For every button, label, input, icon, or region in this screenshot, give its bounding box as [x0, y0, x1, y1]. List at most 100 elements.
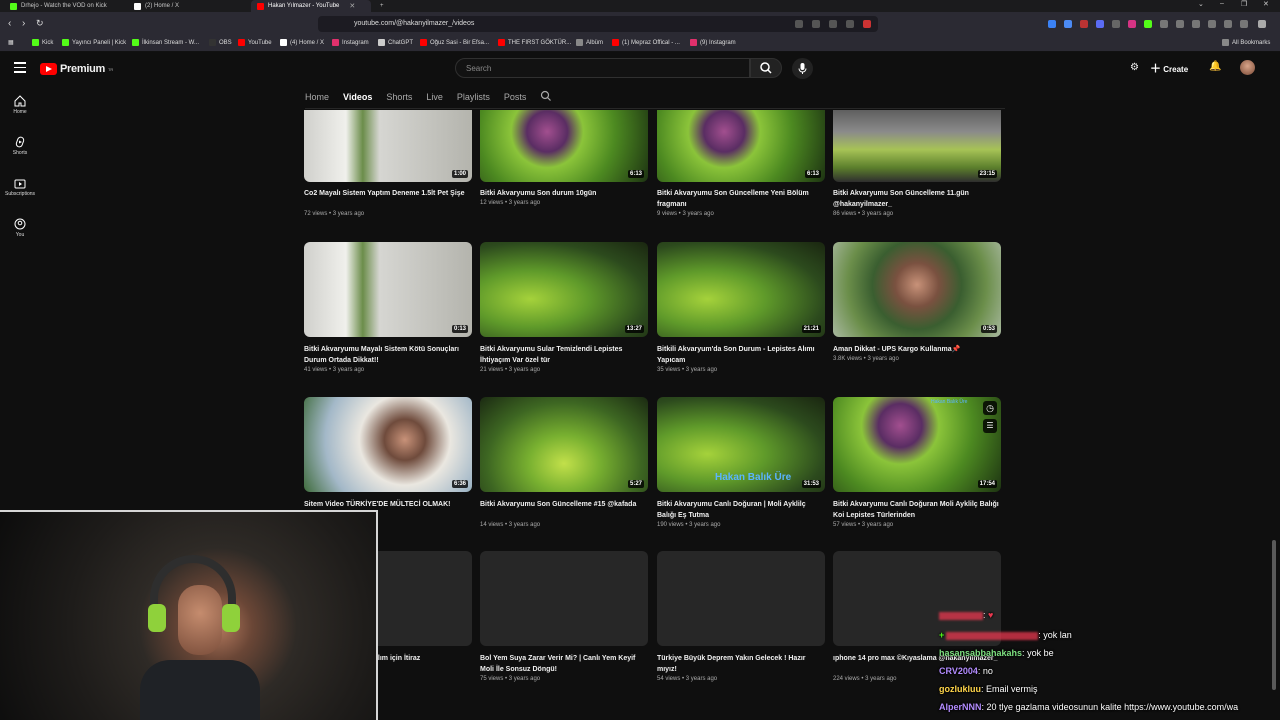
youtube-premium-logo[interactable]: Premium TR	[40, 63, 113, 75]
rewards-icon[interactable]	[863, 20, 871, 28]
bookmark-item[interactable]: Yayıncı Paneli | Kick	[62, 39, 126, 46]
tab-live[interactable]: Live	[426, 92, 443, 102]
extension-icon[interactable]	[1144, 20, 1152, 28]
vpn-icon[interactable]	[1240, 20, 1248, 28]
bookmark-item[interactable]: Oğuz Sasi - Bir Efsa...	[420, 39, 489, 46]
video-title[interactable]: Bitki Akvaryumu Son Güncelleme Yeni Bölü…	[657, 188, 825, 210]
hamburger-menu-icon[interactable]	[14, 62, 26, 73]
extension-icon[interactable]	[1224, 20, 1232, 28]
tab-search-icon[interactable]: ⌄	[1198, 0, 1204, 8]
video-title[interactable]: Bitki Akvaryumu Sular Temizlendi Lepiste…	[480, 344, 648, 366]
search-button[interactable]	[750, 58, 782, 78]
extension-icon[interactable]	[1192, 20, 1200, 28]
video-thumbnail[interactable]: 6:36	[304, 397, 472, 492]
video-title[interactable]: alım için İtiraz	[374, 653, 472, 664]
close-tab-icon[interactable]: ✕	[349, 2, 355, 10]
watch-later-icon[interactable]: ◷	[983, 401, 997, 415]
extension-icon[interactable]	[1048, 20, 1056, 28]
create-button[interactable]: ＋ Create	[1150, 60, 1188, 76]
bookmark-item[interactable]: OBS	[209, 39, 232, 46]
share-icon[interactable]	[829, 20, 837, 28]
video-title[interactable]: Aman Dikkat - UPS Kargo Kullanma📌	[833, 344, 1001, 355]
reload-icon[interactable]: ↻	[36, 18, 44, 29]
bookmark-item[interactable]: Albüm	[576, 39, 603, 46]
video-thumbnail[interactable]: 13:27	[480, 242, 648, 337]
apps-icon[interactable]: ▦	[8, 39, 14, 46]
video-thumbnail[interactable]	[480, 551, 648, 646]
shield-icon[interactable]	[846, 20, 854, 28]
bookmark-item[interactable]: İlkinsan Stream - W...	[132, 39, 199, 46]
cast-icon[interactable]	[795, 20, 803, 28]
video-title[interactable]: Bitkili Akvaryum'da Son Durum - Lepistes…	[657, 344, 825, 366]
page-scrollbar[interactable]	[1272, 540, 1276, 690]
extension-icon[interactable]	[1160, 20, 1168, 28]
video-thumbnail[interactable]	[657, 551, 825, 646]
sidebar-icon[interactable]	[1208, 20, 1216, 28]
menu-icon[interactable]	[1258, 20, 1266, 28]
video-title[interactable]: Bitki Akvaryumu Canlı Doğuran | Moli Ayk…	[657, 499, 825, 521]
video-thumbnail[interactable]: 5:27	[480, 397, 648, 492]
tab-playlists[interactable]: Playlists	[457, 92, 490, 102]
forward-icon[interactable]: ›	[22, 18, 25, 29]
video-thumbnail[interactable]: 0:53	[833, 242, 1001, 337]
tab-shorts[interactable]: Shorts	[386, 92, 412, 102]
video-thumbnail[interactable]: 23:15	[833, 110, 1001, 182]
browser-tab-active[interactable]: Hakan Yılmazer - YouTube ✕	[251, 0, 371, 12]
voice-search-button[interactable]	[792, 58, 813, 79]
add-to-queue-icon[interactable]: ☰	[983, 419, 997, 433]
video-title[interactable]: Bitki Akvaryumu Son Güncelleme 11.gün @h…	[833, 188, 1001, 210]
notifications-bell-icon[interactable]: 🔔	[1209, 61, 1221, 72]
guide-home[interactable]: Home	[0, 95, 40, 115]
extension-icon[interactable]	[1064, 20, 1072, 28]
extension-icon[interactable]	[1176, 20, 1184, 28]
extension-icon[interactable]	[1112, 20, 1120, 28]
bookmark-item[interactable]: (9) Instagram	[690, 39, 736, 46]
all-bookmarks[interactable]: All Bookmarks	[1222, 39, 1270, 46]
bookmark-item[interactable]: THE FIRST GÖKTÜR...	[498, 39, 571, 46]
video-thumbnail[interactable]: 0:13	[304, 242, 472, 337]
bookmark-item[interactable]: Instagram	[332, 39, 369, 46]
close-window-icon[interactable]: ✕	[1263, 0, 1269, 8]
video-title[interactable]: Sitem Video TÜRKİYE'DE MÜLTECİ OLMAK!	[304, 499, 472, 510]
video-title[interactable]: Bitki Akvaryumu Mayalı Sistem Kötü Sonuç…	[304, 344, 472, 366]
video-title[interactable]: Co2 Mayalı Sistem Yaptım Deneme 1.5lt Pe…	[304, 188, 472, 199]
zoom-icon[interactable]	[812, 20, 820, 28]
video-thumbnail[interactable]: 6:13	[480, 110, 648, 182]
guide-you[interactable]: You	[0, 218, 40, 238]
new-tab-button[interactable]: +	[374, 0, 390, 12]
video-title[interactable]: Bol Yem Suya Zarar Verir Mi? | Canlı Yem…	[480, 653, 648, 675]
video-title[interactable]: Bitki Akvaryumu Son durum 10gün	[480, 188, 648, 199]
url-field[interactable]: youtube.com/@hakanyilmazer_/videos	[318, 16, 878, 32]
video-title[interactable]: Bitki Akvaryumu Canlı Doğuran Moli Aykli…	[833, 499, 1001, 521]
browser-tab[interactable]: Drhejo - Watch the VOD on Kick	[4, 0, 126, 12]
search-input[interactable]: Search	[455, 58, 750, 78]
bookmark-item[interactable]: YouTube	[238, 39, 272, 46]
bookmark-item[interactable]: Kick	[32, 39, 53, 46]
guide-subscriptions[interactable]: Subscriptions	[0, 177, 40, 197]
maximize-icon[interactable]: ❐	[1241, 0, 1247, 8]
video-thumbnail[interactable]: Hakan Balık Üre 31:53	[657, 397, 825, 492]
video-thumbnail[interactable]: 1:00	[304, 110, 472, 182]
video-thumbnail[interactable]: 6:13	[657, 110, 825, 182]
video-thumbnail[interactable]: Hakan Balık Üre ◷ ☰ 17:54	[833, 397, 1001, 492]
account-avatar[interactable]	[1240, 60, 1255, 75]
video-title[interactable]: Türkiye Büyük Deprem Yakın Gelecek ! Haz…	[657, 653, 825, 675]
bookmark-item[interactable]: (1) Mepraz Offical - ...	[612, 39, 680, 46]
channel-search-icon[interactable]	[540, 90, 552, 104]
minimize-icon[interactable]: –	[1220, 0, 1224, 7]
tab-videos[interactable]: Videos	[343, 92, 372, 102]
extension-icon[interactable]	[1096, 20, 1104, 28]
cast-camera-icon[interactable]: ⚙	[1130, 62, 1139, 73]
video-thumbnail[interactable]: 21:21	[657, 242, 825, 337]
browser-tab[interactable]: (2) Home / X	[128, 0, 248, 12]
extension-icon[interactable]	[1080, 20, 1088, 28]
extension-icon[interactable]	[1128, 20, 1136, 28]
bookmark-item[interactable]: ChatGPT	[378, 39, 413, 46]
back-icon[interactable]: ‹	[8, 18, 11, 29]
tab-home[interactable]: Home	[305, 92, 329, 102]
guide-label: You	[15, 232, 25, 238]
video-title[interactable]: Bitki Akvaryumu Son Güncelleme #15 @kafa…	[480, 499, 648, 510]
tab-posts[interactable]: Posts	[504, 92, 527, 102]
guide-shorts[interactable]: Shorts	[0, 136, 40, 156]
bookmark-item[interactable]: (4) Home / X	[280, 39, 324, 46]
